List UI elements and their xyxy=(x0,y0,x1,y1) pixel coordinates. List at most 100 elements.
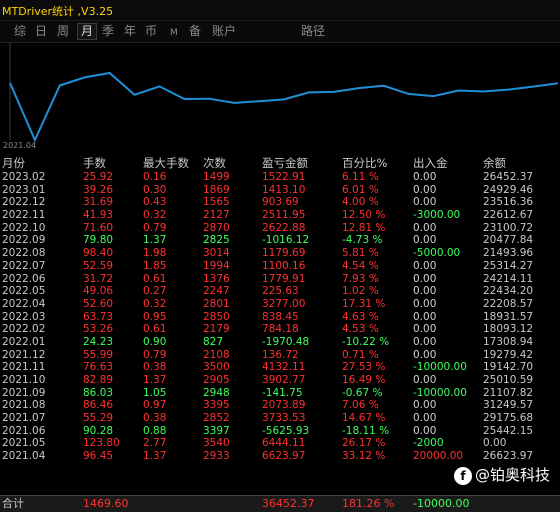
cell-lots: 53.26 xyxy=(83,323,114,336)
table-row[interactable]: 2021.05 123.80 2.77 3540 6444.11 26.17 % -2000… xyxy=(0,437,560,450)
cell-percent: 4.63 % xyxy=(342,310,379,323)
cell-balance: 24929.46 xyxy=(483,183,534,196)
cell-max-lots: 0.32 xyxy=(143,297,167,310)
cell-month: 2021.08 xyxy=(2,399,46,412)
table-row[interactable]: 2022.12 31.69 0.43 1565 903.69 4.00 % 0.00 2351… xyxy=(0,196,560,209)
cell-lots: 55.29 xyxy=(83,412,114,425)
header-profit[interactable]: 盈亏金额 xyxy=(262,156,308,171)
table-row[interactable]: 2022.11 41.93 0.32 2127 2511.95 12.50 % -3000.… xyxy=(0,209,560,222)
cell-percent: 6.11 % xyxy=(342,171,379,183)
table-row[interactable]: 2021.04 96.45 1.37 2933 6623.97 33.12 % 20000.… xyxy=(0,450,560,463)
cell-percent: 4.54 % xyxy=(342,259,379,272)
cell-profit: 2073.89 xyxy=(262,399,306,412)
cell-flow: 0.00 xyxy=(413,221,437,234)
cell-percent: 14.67 % xyxy=(342,412,386,425)
table-row[interactable]: 2022.05 49.06 0.27 2247 225.63 1.02 % 0.00 2243… xyxy=(0,285,560,298)
header-deposit-withdrawal[interactable]: 出入金 xyxy=(413,156,448,171)
cell-percent: 33.12 % xyxy=(342,450,386,463)
table-row[interactable]: 2021.11 76.63 0.38 3500 4132.11 27.53 % -10000… xyxy=(0,361,560,374)
table-row[interactable]: 2022.03 63.73 0.95 2850 838.45 4.63 % 0.00 1893… xyxy=(0,311,560,324)
tab-quarterly[interactable]: 季 xyxy=(102,24,114,39)
cell-max-lots: 0.95 xyxy=(143,310,167,323)
tab-path[interactable]: 路径 xyxy=(301,24,325,39)
window-title: MTDriver统计 ,V3.25 xyxy=(2,5,114,18)
table-row[interactable]: 2022.10 71.60 0.79 2870 2622.88 12.81 % 0.00 23… xyxy=(0,222,560,235)
table-row[interactable]: 2021.06 90.28 0.88 3397 -5625.93 -18.11 % 0.00… xyxy=(0,425,560,438)
cell-percent: -4.73 % xyxy=(342,234,383,247)
tab-monthly[interactable]: 月 xyxy=(77,23,98,40)
cell-flow: -3000.00 xyxy=(413,209,461,222)
cell-flow: 0.00 xyxy=(413,183,437,196)
cell-lots: 55.99 xyxy=(83,348,114,361)
header-count[interactable]: 次数 xyxy=(203,156,226,171)
cell-percent: 7.93 % xyxy=(342,272,379,285)
header-percent[interactable]: 百分比% xyxy=(342,156,387,171)
cell-percent: -0.67 % xyxy=(342,386,383,399)
cell-lots: 41.93 xyxy=(83,209,114,222)
cell-percent: 5.81 % xyxy=(342,247,379,260)
cell-flow: -10000.00 xyxy=(413,361,467,374)
table-row[interactable]: 2022.07 52.59 1.85 1994 1100.16 4.54 % 0.00 253… xyxy=(0,260,560,273)
cell-lots: 31.72 xyxy=(83,272,114,285)
watermark-text: @铂奥科技 xyxy=(474,466,550,484)
tab-daily[interactable]: 日 xyxy=(35,24,47,39)
cell-lots: 49.06 xyxy=(83,285,114,298)
cell-max-lots: 0.79 xyxy=(143,221,167,234)
cell-profit: -1970.48 xyxy=(262,335,310,348)
cell-max-lots: 0.61 xyxy=(143,272,167,285)
table-row[interactable]: 2021.10 82.89 1.37 2905 3902.77 16.49 % 0.00 25… xyxy=(0,374,560,387)
table-row[interactable]: 2022.02 53.26 0.61 2179 784.18 4.53 % 0.00 1809… xyxy=(0,323,560,336)
header-month[interactable]: 月份 xyxy=(2,156,25,171)
table-body: 2023.02 25.92 0.16 1499 1522.91 6.11 % 0.00 264… xyxy=(0,171,560,463)
cell-max-lots: 1.37 xyxy=(143,374,167,386)
tab-weekly[interactable]: 周 xyxy=(57,24,69,39)
table-row[interactable]: 2023.02 25.92 0.16 1499 1522.91 6.11 % 0.00 264… xyxy=(0,171,560,184)
cell-month: 2022.03 xyxy=(2,310,46,323)
cell-count: 3395 xyxy=(203,399,230,412)
tab-yearly[interactable]: 年 xyxy=(124,24,136,39)
header-lots[interactable]: 手数 xyxy=(83,156,106,171)
cell-balance: 22434.20 xyxy=(483,285,534,298)
table-row[interactable]: 2022.01 24.23 0.90 827 -1970.48 -10.22 % 0.00 1… xyxy=(0,336,560,349)
total-lots: 1469.60 xyxy=(83,497,129,510)
cell-max-lots: 0.30 xyxy=(143,183,167,196)
cell-month: 2022.11 xyxy=(2,209,46,222)
table-row[interactable]: 2021.08 86.46 0.97 3395 2073.89 7.06 % 0.00 312… xyxy=(0,399,560,412)
tab-account[interactable]: 账户 xyxy=(212,24,236,39)
balance-chart: 2021.04 xyxy=(0,43,560,153)
cell-lots: 31.69 xyxy=(83,196,114,209)
tab-notes[interactable]: 备 xyxy=(189,24,201,39)
tab-bar: 综 日 周 月 季 年 币 M 备 账户 路径 xyxy=(0,21,560,43)
table-row[interactable]: 2022.09 79.80 1.37 2825 -1016.12 -4.73 % 0.00 2… xyxy=(0,234,560,247)
chart-x-start-label: 2021.04 xyxy=(3,141,37,150)
table-row[interactable]: 2023.01 39.26 0.30 1869 1413.10 6.01 % 0.00 249… xyxy=(0,184,560,197)
cell-balance: 31249.57 xyxy=(483,399,534,412)
cell-lots: 90.28 xyxy=(83,424,114,437)
tab-currency[interactable]: 币 xyxy=(145,24,157,39)
tab-summary[interactable]: 综 xyxy=(14,24,26,39)
table-header: 月份 手数 最大手数 次数 盈亏金额 百分比% 出入金 余额 xyxy=(0,156,560,171)
cell-balance: 22208.57 xyxy=(483,297,534,310)
table-row[interactable]: 2022.06 31.72 0.61 1376 1779.91 7.93 % 0.00 242… xyxy=(0,273,560,286)
cell-count: 3397 xyxy=(203,424,230,437)
cell-flow: 0.00 xyxy=(413,171,437,183)
table-row[interactable]: 2021.09 86.03 1.05 2948 -141.75 -0.67 % -10000… xyxy=(0,387,560,400)
cell-lots: 79.80 xyxy=(83,234,114,247)
total-profit: 36452.37 xyxy=(262,497,315,510)
cell-month: 2022.09 xyxy=(2,234,46,247)
cell-percent: 12.81 % xyxy=(342,221,386,234)
cell-count: 2179 xyxy=(203,323,230,336)
cell-count: 2948 xyxy=(203,386,230,399)
cell-profit: 3902.77 xyxy=(262,374,306,386)
watermark-logo-icon: f xyxy=(453,466,472,485)
cell-percent: -18.11 % xyxy=(342,424,390,437)
table-row[interactable]: 2022.08 98.40 1.98 3014 1179.69 5.81 % -5000.0… xyxy=(0,247,560,260)
cell-profit: 4132.11 xyxy=(262,361,306,374)
table-row[interactable]: 2021.12 55.99 0.79 2108 136.72 0.71 % 0.00 1927… xyxy=(0,349,560,362)
header-max-lots[interactable]: 最大手数 xyxy=(143,156,189,171)
cell-balance: 18093.12 xyxy=(483,323,534,336)
table-row[interactable]: 2022.04 52.60 0.32 2801 3277.00 17.31 % 0.00 22… xyxy=(0,298,560,311)
header-balance[interactable]: 余额 xyxy=(483,156,506,171)
tab-m[interactable]: M xyxy=(170,26,178,41)
table-row[interactable]: 2021.07 55.29 0.38 2852 3733.53 14.67 % 0.00 29… xyxy=(0,412,560,425)
